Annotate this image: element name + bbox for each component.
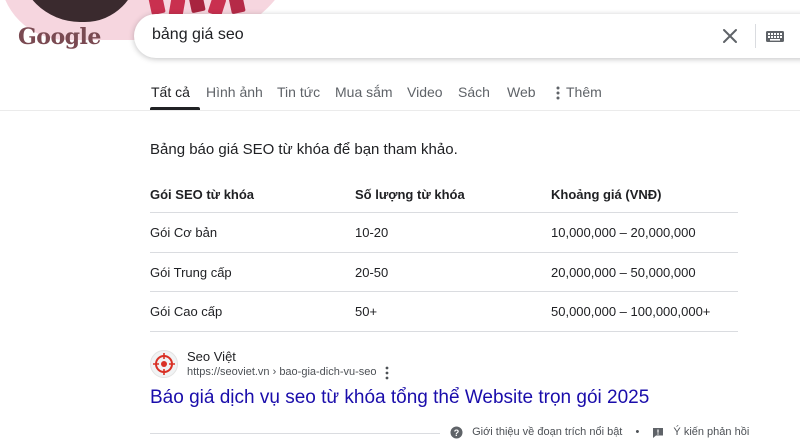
search-bar[interactable]: bảng giá seo: [134, 14, 800, 58]
table-cell: Gói Trung cấp: [150, 264, 232, 280]
table-cell: 20,000,000 – 50,000,000: [551, 264, 696, 280]
snippet-intro: Bảng báo giá SEO từ khóa để bạn tham khả…: [150, 141, 458, 158]
table-cell: 20-50: [355, 264, 389, 280]
snippet-footer: ? Giới thiệu về đoạn trích nổi bật • Ý k…: [450, 426, 749, 439]
help-icon: ?: [450, 426, 463, 439]
site-name[interactable]: Seo Việt: [187, 349, 236, 364]
tab-more[interactable]: Thêm: [556, 84, 602, 100]
svg-text:?: ?: [454, 428, 460, 438]
table-cell: 50,000,000 – 100,000,000+: [551, 304, 711, 319]
table-header: Gói SEO từ khóa: [150, 187, 255, 202]
table-header: Số lượng từ khóa: [355, 187, 465, 202]
tab-web[interactable]: Web: [507, 84, 536, 100]
more-options-icon[interactable]: [383, 366, 391, 380]
tab-images[interactable]: Hình ảnh: [206, 84, 263, 100]
search-input[interactable]: bảng giá seo: [152, 26, 244, 44]
table-cell: 10,000,000 – 20,000,000: [551, 225, 696, 240]
table-header: Khoảng giá (VNĐ): [551, 187, 662, 202]
feedback-icon: [653, 427, 664, 438]
tab-news[interactable]: Tin tức: [277, 84, 320, 100]
google-logo: Google: [18, 24, 101, 50]
footer-separator: •: [635, 426, 640, 439]
tab-all[interactable]: Tất cả: [151, 84, 190, 100]
table-header-row: Gói SEO từ khóa Số lượng từ khóa Khoảng …: [150, 175, 738, 213]
tab-more-label: Thêm: [566, 84, 602, 100]
target-icon: [153, 353, 175, 375]
tab-videos[interactable]: Video: [407, 84, 443, 100]
table-cell: Gói Cao cấp: [150, 304, 223, 319]
more-vert-icon: [556, 86, 560, 100]
keyboard-icon[interactable]: [764, 26, 786, 46]
result-title-link[interactable]: Báo giá dịch vụ seo từ khóa tổng thể Web…: [150, 387, 649, 409]
site-url[interactable]: https://seoviet.vn › bao-gia-dich-vu-seo: [187, 366, 377, 378]
price-table: Gói SEO từ khóa Số lượng từ khóa Khoảng …: [150, 175, 738, 332]
about-snippet-link[interactable]: Giới thiệu về đoạn trích nổi bật: [472, 426, 622, 438]
table-cell: Gói Cơ bản: [150, 225, 218, 240]
clear-icon[interactable]: [718, 24, 742, 48]
tab-books[interactable]: Sách: [458, 84, 490, 100]
table-cell: 10-20: [355, 225, 389, 240]
site-favicon[interactable]: [150, 350, 178, 378]
snippet-footer-divider: [150, 433, 440, 434]
feedback-link[interactable]: Ý kiến phản hồi: [673, 426, 749, 438]
tabs-divider: [0, 110, 800, 111]
tab-shopping[interactable]: Mua sắm: [335, 84, 393, 100]
search-divider: [755, 24, 756, 48]
table-cell: 50+: [355, 304, 378, 319]
table-row: Gói Cơ bản 10-20 10,000,000 – 20,000,000: [150, 213, 738, 253]
table-row: Gói Cao cấp 50+ 50,000,000 – 100,000,000…: [150, 292, 738, 332]
table-row: Gói Trung cấp 20-50 20,000,000 – 50,000,…: [150, 253, 738, 292]
